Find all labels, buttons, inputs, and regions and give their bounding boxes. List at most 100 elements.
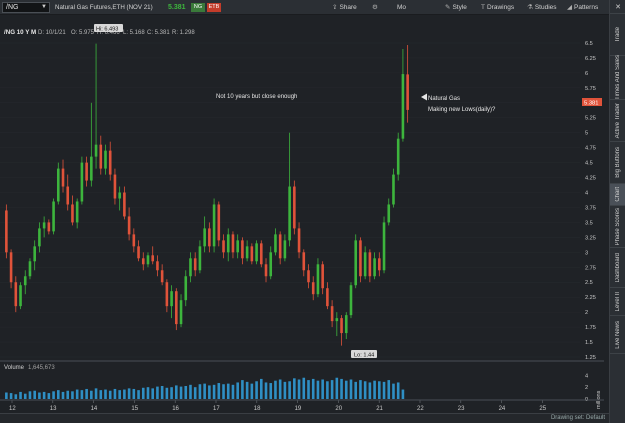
candle-body — [127, 216, 131, 235]
candle-body — [344, 315, 348, 334]
patterns-button[interactable]: ◢ Patterns — [567, 2, 598, 13]
arrow-note-line2: Making new Lows(daily)? — [428, 107, 496, 113]
volume-bar — [264, 382, 268, 399]
candle-body — [42, 222, 46, 229]
candle-body — [146, 255, 150, 265]
candle-body — [52, 201, 55, 232]
candle-body — [250, 246, 254, 262]
style-button[interactable]: ✎ Style — [445, 2, 467, 13]
price-tick-label: 4.75 — [585, 146, 596, 152]
tab-chart[interactable]: Chart — [610, 184, 625, 206]
candle-body — [19, 285, 22, 307]
volume-bar — [373, 380, 376, 399]
candle-body — [165, 282, 169, 307]
share-button[interactable]: ⇪ Share — [332, 2, 357, 13]
candle-body — [66, 186, 70, 205]
volume-bar — [217, 383, 221, 399]
price-tick-label: 4.5 — [585, 161, 593, 167]
candle-body — [198, 246, 202, 271]
tab-times-and-sales[interactable]: Times And Sales — [610, 55, 625, 100]
price-tick-label: 3.25 — [585, 235, 596, 241]
style-icon: ✎ — [445, 4, 451, 11]
volume-bar — [80, 390, 84, 399]
time-tick-label: 14 — [91, 406, 98, 412]
drawing-set-label[interactable]: Drawing set: Default — [551, 415, 605, 421]
candle-body — [316, 264, 320, 295]
volume-bar — [127, 388, 131, 399]
volume-bar — [203, 383, 206, 399]
candle-body — [99, 144, 103, 169]
hi-label: Hi: 6.493 — [96, 26, 118, 32]
settings-button[interactable]: ⚙ — [372, 2, 380, 13]
candle-body — [363, 252, 367, 277]
more-button[interactable]: Mo — [397, 2, 406, 13]
candle-body — [368, 252, 372, 277]
studies-button[interactable]: ⚗ Studies — [527, 2, 557, 13]
candle-body — [293, 186, 296, 229]
volume-bar — [123, 389, 126, 399]
tab-live-news[interactable]: Live News — [610, 316, 625, 354]
candle-body — [75, 201, 79, 223]
volume-bar — [132, 388, 136, 399]
time-tick-label: 22 — [417, 406, 424, 412]
volume-axis: 420 — [585, 373, 588, 403]
volume-bar — [189, 384, 192, 399]
candle-body — [104, 150, 107, 169]
volume-bar — [198, 384, 202, 399]
tab-level-ii[interactable]: Level II — [610, 288, 625, 316]
volume-bar — [38, 392, 41, 399]
volume-bar — [363, 381, 367, 399]
tab-big-buttons[interactable]: Big Buttons — [610, 142, 625, 184]
volume-bar — [170, 387, 173, 399]
drawings-button[interactable]: T Drawings — [481, 2, 514, 13]
candle-body — [245, 246, 249, 259]
volume-bar — [307, 380, 310, 399]
share-icon: ⇪ — [332, 4, 338, 11]
tab-dashboard[interactable]: Dashboard — [610, 248, 625, 288]
arrow-note-line1: Natural Gas — [428, 96, 460, 102]
volume-bar — [396, 382, 400, 399]
volume-tick-label: 4 — [585, 373, 588, 379]
candle-body — [38, 228, 41, 247]
candle-body — [28, 261, 32, 277]
volume-bar — [156, 386, 159, 399]
candle-body — [85, 162, 88, 181]
tab-phase-scores[interactable]: Phase Scores — [610, 206, 625, 248]
volume-bar — [160, 386, 164, 399]
candle-body — [217, 204, 221, 241]
candle-body — [118, 192, 121, 199]
candle-body — [56, 168, 60, 202]
price-chart[interactable]: 6.56.2565.755.55.2554.754.54.2543.753.53… — [0, 15, 609, 413]
time-tick-label: 12 — [9, 406, 16, 412]
time-tick-label: 16 — [172, 406, 179, 412]
drawing-icon: T — [481, 4, 485, 11]
close-panel-button[interactable]: ✕ — [610, 0, 625, 14]
time-tick-label: 25 — [539, 406, 546, 412]
candle-body — [33, 246, 36, 262]
volume-bar — [316, 380, 320, 399]
tab-trade[interactable]: Trade — [610, 14, 625, 56]
volume-bar — [250, 383, 254, 399]
note-text[interactable]: Not 10 years but close enough — [216, 94, 297, 100]
volume-bar — [387, 380, 391, 399]
volume-bar — [94, 388, 98, 399]
candle-body — [326, 288, 329, 307]
volume-bar — [151, 388, 155, 399]
chart-period: /NG 10 Y M — [4, 29, 36, 36]
candle-body — [113, 174, 117, 199]
symbol-input[interactable]: /NG ▼ — [2, 2, 50, 13]
price-tick-label: 3.5 — [585, 220, 593, 226]
candle-body — [108, 150, 112, 175]
time-tick-label: 17 — [213, 406, 220, 412]
chevron-down-icon[interactable]: ▼ — [41, 3, 47, 12]
info-date: D: 10/1/21 — [38, 30, 66, 36]
instrument-description: Natural Gas Futures,ETH (NOV 21) — [55, 4, 153, 11]
volume-bar — [212, 384, 216, 399]
volume-bar — [61, 391, 65, 399]
price-tick-label: 2.75 — [585, 265, 596, 271]
volume-bar — [137, 390, 140, 399]
volume-bar — [241, 380, 244, 399]
candle-body — [132, 234, 136, 247]
candle-body — [396, 138, 400, 175]
tab-active-trader[interactable]: Active Trader — [610, 100, 625, 142]
